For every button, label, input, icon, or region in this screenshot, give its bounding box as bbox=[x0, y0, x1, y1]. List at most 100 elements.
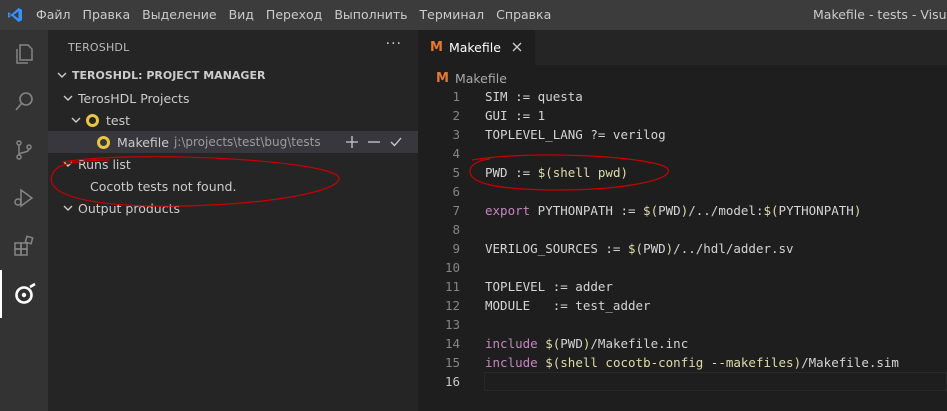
explorer-icon[interactable] bbox=[0, 30, 48, 78]
code-line[interactable]: 6 bbox=[418, 182, 947, 201]
sidebar-title: TEROSHDL bbox=[68, 41, 130, 54]
line-number: 5 bbox=[452, 165, 460, 180]
line-number: 3 bbox=[452, 127, 460, 142]
code-token: export bbox=[485, 203, 531, 218]
line-text: SIM := questa bbox=[485, 87, 583, 106]
line-number: 14 bbox=[444, 336, 460, 351]
code-token: ) bbox=[853, 203, 862, 218]
line-number: 13 bbox=[444, 317, 460, 332]
line-number: 10 bbox=[444, 260, 460, 275]
line-text: include $(PWD)/Makefile.inc bbox=[485, 334, 688, 353]
code-token: $( bbox=[628, 241, 644, 256]
code-line[interactable]: 3 TOPLEVEL_LANG ?= verilog bbox=[418, 125, 947, 144]
chevron-down-icon bbox=[62, 202, 74, 214]
line-number: 8 bbox=[452, 222, 460, 237]
tree-item-outputs[interactable]: Output products bbox=[48, 197, 418, 219]
chevron-down-icon bbox=[70, 114, 82, 126]
code-token: /Makefile.inc bbox=[590, 336, 689, 351]
tree-item-runs[interactable]: Runs list bbox=[48, 153, 418, 175]
line-text: export PYTHONPATH := $(PWD)/../model:$(P… bbox=[485, 201, 861, 220]
tab-makefile[interactable]: M Makefile bbox=[418, 30, 535, 65]
code-token: $( bbox=[545, 355, 561, 370]
tab-bar: M Makefile bbox=[418, 30, 947, 65]
code-token: /Makefile.sim bbox=[801, 355, 899, 370]
title-bar: Файл Правка Выделение Вид Переход Выполнить Те… bbox=[0, 0, 947, 30]
code-token: TOPLEVEL := adder bbox=[485, 279, 613, 294]
code-line[interactable]: 11 TOPLEVEL := adder bbox=[418, 277, 947, 296]
menu-item[interactable]: Справка bbox=[490, 0, 557, 30]
code-line[interactable]: 9 VERILOG_SOURCES := $(PWD)/../hdl/adder.… bbox=[418, 239, 947, 258]
code-token: ) bbox=[620, 165, 629, 180]
runs-empty-text: Cocotb tests not found. bbox=[90, 178, 237, 194]
menu-bar: Файл Правка Выделение Вид Переход Выполнить Те… bbox=[30, 0, 557, 30]
source-control-icon[interactable] bbox=[0, 126, 48, 174]
menu-item[interactable]: Файл bbox=[30, 0, 77, 30]
line-text: MODULE := test_adder bbox=[485, 296, 651, 315]
line-number: 9 bbox=[452, 241, 460, 256]
code-token: $( bbox=[545, 336, 561, 351]
line-number: 6 bbox=[452, 184, 460, 199]
check-icon[interactable] bbox=[388, 134, 404, 150]
menu-item[interactable]: Терминал bbox=[414, 0, 491, 30]
file-circle-icon bbox=[97, 135, 110, 149]
code-token: GUI := 1 bbox=[485, 108, 546, 123]
code-token: TOPLEVEL_LANG ?= verilog bbox=[485, 127, 666, 142]
tree-item-label: test bbox=[106, 112, 131, 128]
line-number: 15 bbox=[444, 355, 460, 370]
code-token: PYTHONPATH := bbox=[530, 203, 644, 218]
code-line[interactable]: 14 include $(PWD)/Makefile.inc bbox=[418, 334, 947, 353]
code-editor[interactable]: 1 SIM := questa 2 GUI := 1 3 TOPLEVEL_LANG ?=… bbox=[418, 87, 947, 391]
code-token: include bbox=[485, 355, 538, 370]
code-line[interactable]: 13 bbox=[418, 315, 947, 334]
tree-item-projects[interactable]: TerosHDL Projects bbox=[48, 87, 418, 109]
run-debug-icon[interactable] bbox=[0, 174, 48, 222]
line-number: 4 bbox=[452, 146, 460, 161]
section-header-project-manager[interactable]: TEROSHDL: PROJECT MANAGER bbox=[48, 64, 418, 86]
close-icon[interactable] bbox=[509, 39, 525, 55]
code-token: PWD bbox=[560, 336, 583, 351]
breadcrumb[interactable]: M Makefile bbox=[436, 68, 507, 88]
teroshdl-icon[interactable] bbox=[0, 270, 48, 318]
code-line[interactable]: 10 bbox=[418, 258, 947, 277]
code-token: $( bbox=[763, 203, 779, 218]
code-line[interactable]: 1 SIM := questa bbox=[418, 87, 947, 106]
menu-item[interactable]: Выделение bbox=[136, 0, 222, 30]
menu-item[interactable]: Правка bbox=[77, 0, 137, 30]
chevron-down-icon bbox=[62, 158, 74, 170]
code-line[interactable]: 8 bbox=[418, 220, 947, 239]
line-number: 7 bbox=[452, 203, 460, 218]
code-token: shell pwd bbox=[552, 165, 621, 180]
file-path: j:\projects\test\bug\tests bbox=[173, 135, 321, 149]
menu-item[interactable]: Выполнить bbox=[328, 0, 413, 30]
menu-item[interactable]: Вид bbox=[223, 0, 260, 30]
code-line[interactable]: 2 GUI := 1 bbox=[418, 106, 947, 125]
project-circle-icon bbox=[86, 113, 99, 127]
line-number: 1 bbox=[452, 89, 460, 104]
more-actions-button[interactable]: ··· bbox=[386, 36, 402, 52]
code-line[interactable]: 7 export PYTHONPATH := $(PWD)/../model:$(… bbox=[418, 201, 947, 220]
search-icon[interactable] bbox=[0, 78, 48, 126]
chevron-down-icon bbox=[56, 69, 68, 81]
section-header-label: TEROSHDL: PROJECT MANAGER bbox=[72, 68, 266, 82]
code-line[interactable]: 15 include $(shell cocotb-config --makefi… bbox=[418, 353, 947, 372]
code-line[interactable]: 5 PWD := $(shell pwd) bbox=[418, 163, 947, 182]
code-line[interactable]: 16 bbox=[418, 372, 947, 391]
remove-icon[interactable] bbox=[366, 134, 382, 150]
code-token: SIM := questa bbox=[485, 89, 583, 104]
line-number: 2 bbox=[452, 108, 460, 123]
breadcrumb-label: Makefile bbox=[454, 70, 507, 86]
add-icon[interactable] bbox=[344, 134, 360, 150]
line-text: VERILOG_SOURCES := $(PWD)/../hdl/adder.s… bbox=[485, 239, 794, 258]
extensions-icon[interactable] bbox=[0, 222, 48, 270]
menu-item[interactable]: Переход bbox=[260, 0, 328, 30]
tree-item-label: Output products bbox=[78, 200, 180, 216]
tree-item-makefile[interactable]: Makefile j:\projects\test\bug\tests bbox=[48, 131, 418, 153]
code-line[interactable]: 4 bbox=[418, 144, 947, 163]
code-token: PWD bbox=[658, 203, 681, 218]
code-token: PWD bbox=[643, 241, 666, 256]
tree-item-project[interactable]: test bbox=[48, 109, 418, 131]
line-number: 11 bbox=[444, 279, 460, 294]
code-line[interactable]: 12 MODULE := test_adder bbox=[418, 296, 947, 315]
window-title: Makefile - tests - Visual S bbox=[813, 7, 947, 22]
row-actions bbox=[344, 134, 404, 150]
